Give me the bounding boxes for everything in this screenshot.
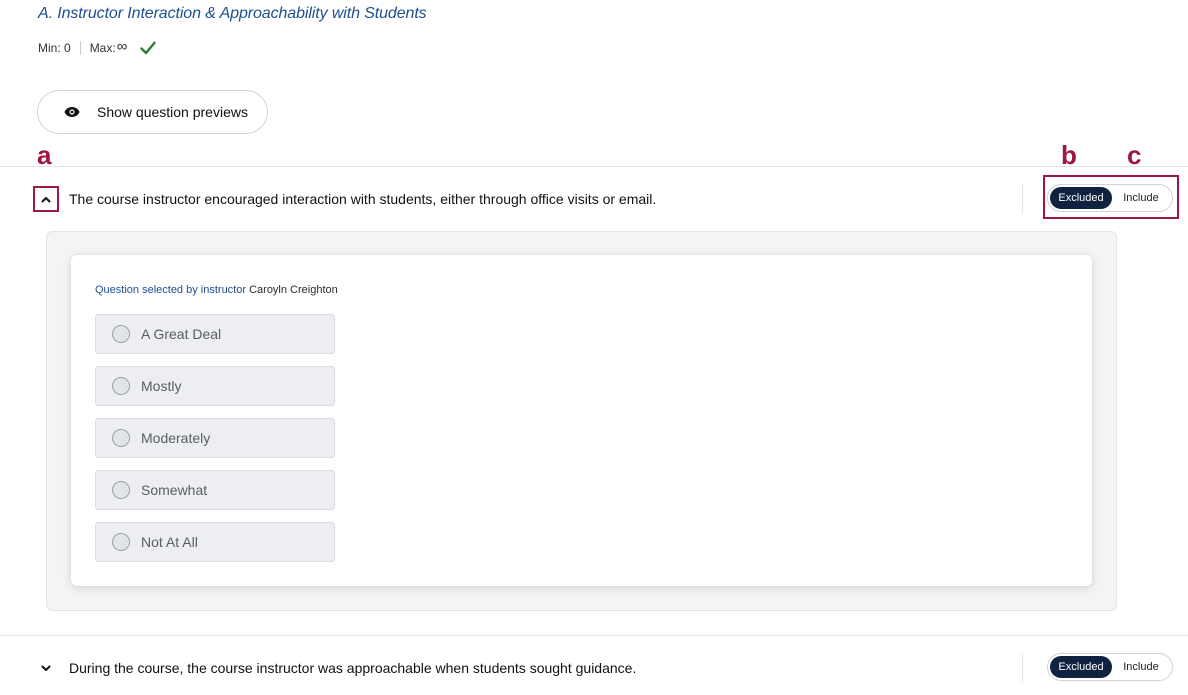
expand-toggle[interactable] <box>33 655 59 681</box>
radio-button[interactable] <box>112 481 130 499</box>
show-question-previews-button[interactable]: Show question previews <box>37 90 268 134</box>
radio-button[interactable] <box>112 377 130 395</box>
min-label: Min: 0 <box>38 40 71 55</box>
question-row: The course instructor encouraged interac… <box>0 177 1188 221</box>
check-icon <box>140 41 157 55</box>
answer-label: Not At All <box>141 534 198 550</box>
vertical-divider <box>1022 184 1023 214</box>
answer-option[interactable]: Moderately <box>95 418 335 458</box>
divider <box>0 166 1188 167</box>
answer-label: Somewhat <box>141 482 208 498</box>
selected-by-note: Question selected by instructor Caroyln … <box>95 284 338 296</box>
answer-option[interactable]: A Great Deal <box>95 314 335 354</box>
answer-list: A Great Deal Mostly Moderately Somewhat … <box>95 314 335 574</box>
answer-option[interactable]: Not At All <box>95 522 335 562</box>
max-value: ∞ <box>116 38 128 55</box>
question-text: The course instructor encouraged interac… <box>69 191 657 207</box>
divider <box>0 635 1188 636</box>
answer-option[interactable]: Mostly <box>95 366 335 406</box>
include-exclude-toggle[interactable]: Excluded Include <box>1047 653 1173 681</box>
eye-icon <box>64 106 80 118</box>
answer-option[interactable]: Somewhat <box>95 470 335 510</box>
chevron-up-icon <box>41 190 51 208</box>
include-option[interactable]: Include <box>1112 656 1170 678</box>
radio-button[interactable] <box>112 533 130 551</box>
excluded-option[interactable]: Excluded <box>1050 656 1112 678</box>
radio-button[interactable] <box>112 429 130 447</box>
answer-label: Moderately <box>141 430 211 446</box>
section-title: A. Instructor Interaction & Approachabil… <box>38 5 427 22</box>
chevron-down-icon <box>41 659 51 677</box>
vertical-divider <box>1022 653 1023 683</box>
question-text: During the course, the course instructor… <box>69 660 637 676</box>
max-label: Max: <box>89 40 116 55</box>
collapse-toggle[interactable] <box>33 186 59 212</box>
show-question-previews-label: Show question previews <box>97 104 248 120</box>
meta-divider <box>79 40 81 55</box>
answer-label: A Great Deal <box>141 326 222 342</box>
answer-label: Mostly <box>141 378 182 394</box>
annotation-frame <box>1043 175 1179 219</box>
instructor-name: Caroyln Creighton <box>249 284 338 296</box>
question-row: During the course, the course instructor… <box>0 646 1188 690</box>
section-meta: Min: 0 Max: ∞ <box>38 38 157 56</box>
selected-by-label: Question selected by instructor <box>95 284 247 296</box>
radio-button[interactable] <box>112 325 130 343</box>
